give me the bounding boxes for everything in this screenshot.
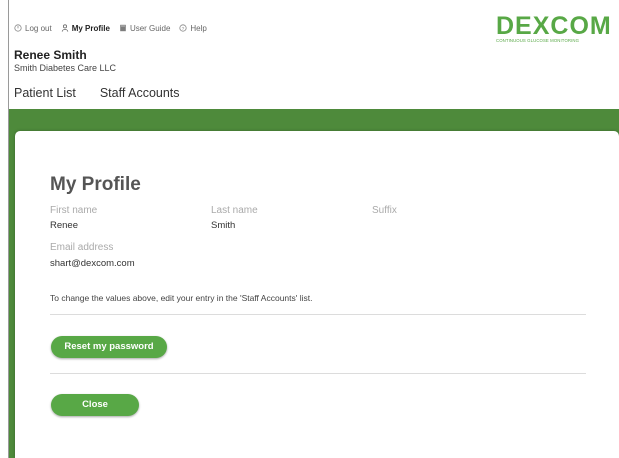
user-name: Renee Smith [14, 48, 87, 62]
email-label: Email address [50, 242, 114, 253]
logout-label: Log out [25, 23, 52, 33]
my-profile-link[interactable]: My Profile [61, 24, 110, 33]
book-icon [120, 24, 126, 32]
edit-instructions: To change the values above, edit your en… [50, 293, 313, 303]
user-guide-link[interactable]: User Guide [119, 24, 170, 33]
help-icon: ? [179, 24, 188, 32]
svg-text:?: ? [182, 26, 185, 32]
power-icon [14, 24, 22, 32]
close-button[interactable]: Close [51, 394, 139, 416]
page-title: My Profile [50, 174, 141, 195]
person-icon [61, 24, 68, 32]
last-name-label: Last name [211, 205, 258, 216]
help-link[interactable]: ? Help [179, 23, 207, 33]
email-value: shart@dexcom.com [50, 258, 135, 269]
my-profile-label: My Profile [71, 23, 110, 33]
suffix-label: Suffix [372, 205, 397, 216]
logout-link[interactable]: Log out [14, 24, 52, 33]
nav-patient-list[interactable]: Patient List [14, 86, 76, 100]
first-name-label: First name [50, 205, 98, 216]
reset-password-button[interactable]: Reset my password [51, 336, 167, 358]
top-utility-bar: Log out My Profile User Guide ? Help [14, 21, 216, 35]
first-name-value: Renee [50, 220, 78, 231]
nav-staff-accounts[interactable]: Staff Accounts [100, 86, 180, 100]
last-name-value: Smith [211, 220, 236, 231]
help-label: Help [190, 23, 207, 33]
user-organization: Smith Diabetes Care LLC [14, 63, 117, 73]
dexcom-logo: DEXCOM CONTINUOUS GLUCOSE MONITORING [496, 12, 612, 46]
logo-wordmark: DEXCOM [496, 12, 612, 40]
divider [50, 373, 586, 374]
user-guide-label: User Guide [129, 23, 171, 33]
my-profile-panel: My Profile First name Renee Last name Sm… [15, 131, 619, 458]
divider [50, 314, 586, 315]
main-nav: Patient List Staff Accounts [14, 86, 204, 100]
